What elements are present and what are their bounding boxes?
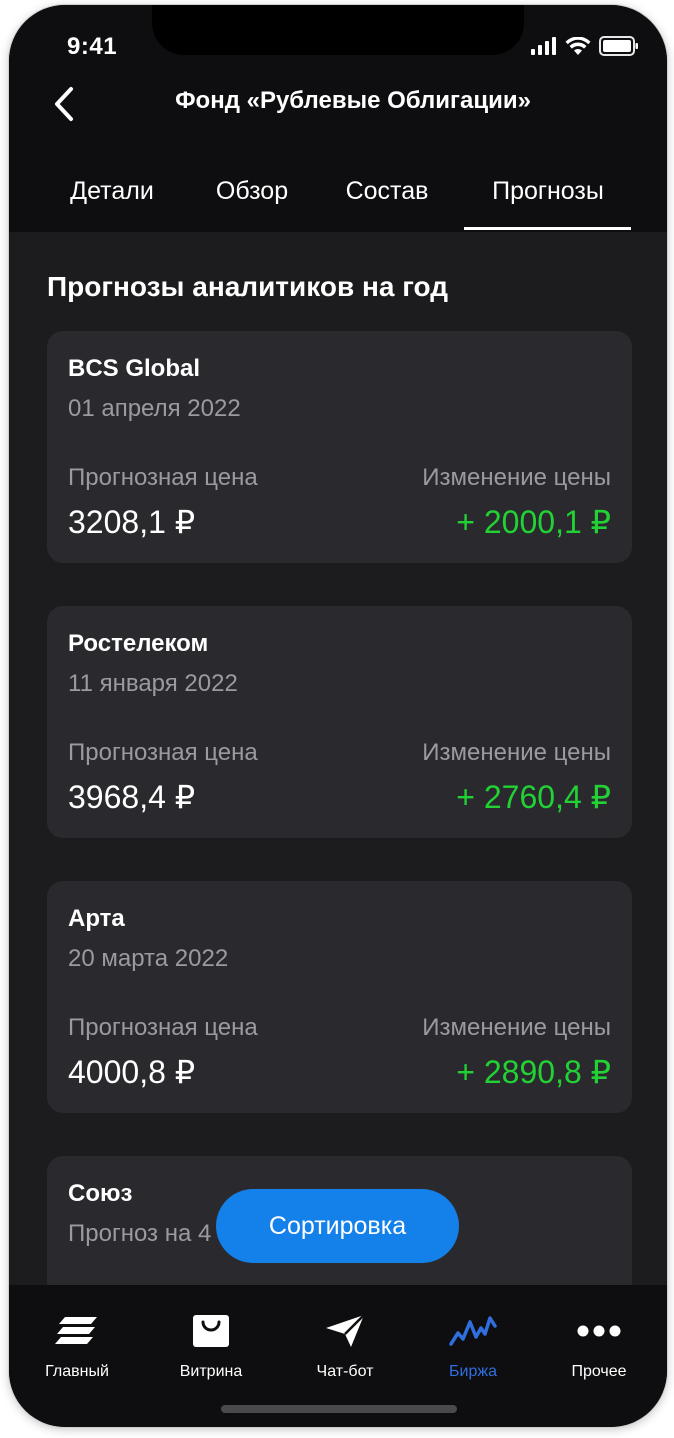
more-dots-icon xyxy=(539,1311,659,1351)
tab-bar: Детали Обзор Состав Прогнозы xyxy=(9,177,667,232)
forecast-card[interactable]: Ростелеком 11 января 2022 Прогнозная цен… xyxy=(47,606,632,838)
shopping-bag-icon xyxy=(151,1311,271,1351)
chevron-left-icon xyxy=(55,87,73,121)
analyst-name: Арта xyxy=(68,905,125,932)
nav-item-showcase[interactable]: Витрина xyxy=(151,1311,271,1381)
tab-overview[interactable]: Обзор xyxy=(197,177,307,206)
wifi-icon xyxy=(565,36,591,61)
notch xyxy=(152,5,524,55)
forecast-price: 3208,1 ₽ xyxy=(68,504,196,540)
battery-icon xyxy=(599,36,639,61)
analyst-name: BCS Global xyxy=(68,355,201,382)
nav-item-home[interactable]: Главный xyxy=(17,1311,137,1381)
status-time: 9:41 xyxy=(67,33,118,60)
nav-item-more[interactable]: Прочее xyxy=(539,1311,659,1381)
tab-composition[interactable]: Состав xyxy=(327,177,447,206)
nav-label-more: Прочее xyxy=(571,1363,627,1380)
price-change: + 2890,8 ₽ xyxy=(456,1054,611,1090)
section-title: Прогнозы аналитиков на год xyxy=(47,271,449,302)
phone-frame: 9:41 Фонд «Рублевые Облигации» Детали Об… xyxy=(9,5,667,1427)
back-button[interactable] xyxy=(49,85,79,125)
price-change: + 2000,1 ₽ xyxy=(456,504,611,540)
home-indicator[interactable] xyxy=(221,1405,457,1413)
price-change: + 2760,4 ₽ xyxy=(456,779,611,815)
forecast-price: 3968,4 ₽ xyxy=(68,779,196,815)
page-title: Фонд «Рублевые Облигации» xyxy=(175,87,531,114)
tab-details[interactable]: Детали xyxy=(54,177,170,206)
top-bar: 9:41 Фонд «Рублевые Облигации» Детали Об… xyxy=(9,5,667,232)
analyst-name: Союз xyxy=(68,1180,133,1207)
forecast-price-label: Прогнозная цена xyxy=(68,1014,258,1041)
forecast-price: 4000,8 ₽ xyxy=(68,1054,196,1090)
forecast-card[interactable]: BCS Global 01 апреля 2022 Прогнозная цен… xyxy=(47,331,632,563)
paper-plane-icon xyxy=(285,1311,405,1351)
nav-item-chatbot[interactable]: Чат-бот xyxy=(285,1311,405,1381)
nav-label-home: Главный xyxy=(45,1363,109,1380)
stack-icon xyxy=(17,1311,137,1351)
forecast-date: 11 января 2022 xyxy=(68,670,238,697)
bottom-nav: Главный Витрина Чат-бот Биржа Прочее xyxy=(9,1285,667,1427)
forecast-date: 01 апреля 2022 xyxy=(68,395,241,422)
active-tab-indicator xyxy=(464,227,631,230)
forecast-date: Прогноз на 4 xyxy=(68,1220,212,1247)
chart-wave-icon xyxy=(413,1311,533,1351)
sort-button[interactable]: Сортировка xyxy=(216,1189,459,1263)
nav-label-chatbot: Чат-бот xyxy=(316,1363,374,1380)
price-change-label: Изменение цены xyxy=(422,1014,611,1041)
status-icons xyxy=(531,36,639,61)
forecast-price-label: Прогнозная цена xyxy=(68,739,258,766)
forecast-card[interactable]: Арта 20 марта 2022 Прогнозная цена Измен… xyxy=(47,881,632,1113)
nav-label-exchange: Биржа xyxy=(449,1363,497,1380)
price-change-label: Изменение цены xyxy=(422,464,611,491)
tab-forecasts[interactable]: Прогнозы xyxy=(469,177,627,206)
signal-icon xyxy=(531,37,557,60)
nav-item-exchange[interactable]: Биржа xyxy=(413,1311,533,1381)
analyst-name: Ростелеком xyxy=(68,630,209,657)
nav-label-showcase: Витрина xyxy=(179,1363,243,1380)
forecast-price-label: Прогнозная цена xyxy=(68,464,258,491)
price-change-label: Изменение цены xyxy=(422,739,611,766)
forecast-date: 20 марта 2022 xyxy=(68,945,229,972)
